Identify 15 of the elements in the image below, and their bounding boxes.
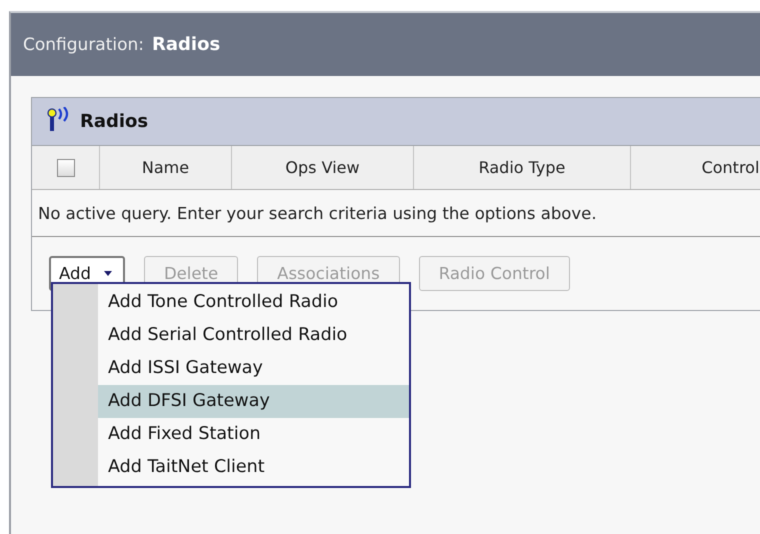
column-header[interactable]: Name [100, 146, 232, 189]
column-header[interactable]: Radio Type [414, 146, 631, 189]
page-title: Radios [152, 34, 220, 55]
header-label: Configuration: [23, 34, 144, 54]
menu-item[interactable]: Add Serial Controlled Radio [98, 319, 409, 352]
menu-item[interactable]: Add Fixed Station [98, 418, 409, 451]
menu-item[interactable]: Add TaitNet Client [98, 451, 409, 484]
column-header[interactable]: Control [631, 146, 760, 189]
select-all-checkbox[interactable] [56, 158, 74, 176]
menu-item[interactable]: Add ISSI Gateway [98, 352, 409, 385]
menu-item[interactable]: Add DFSI Gateway [98, 385, 409, 418]
column-header[interactable]: Ops View [232, 146, 414, 189]
panel-title: Radios [80, 111, 148, 132]
caret-icon [102, 270, 113, 276]
empty-query-message: No active query. Enter your search criteria using the options above. [38, 204, 597, 222]
